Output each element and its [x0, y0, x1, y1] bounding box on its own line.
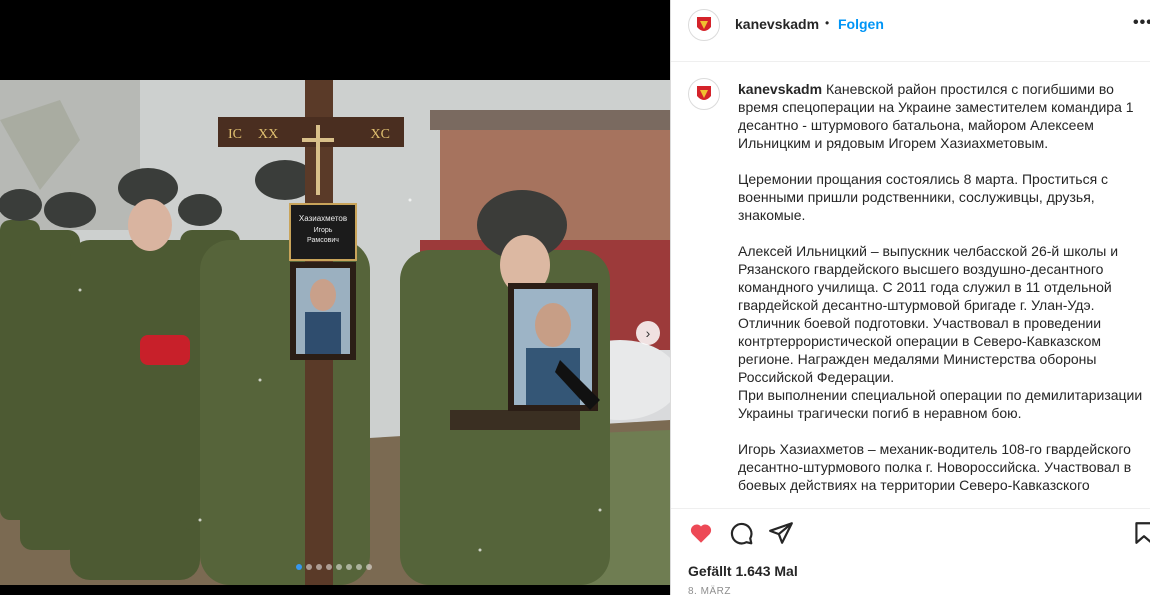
- action-bar: [671, 512, 1150, 556]
- follow-button[interactable]: Folgen: [838, 16, 884, 32]
- cross-text-left: IC: [228, 127, 242, 142]
- coat-of-arms-icon: [691, 12, 717, 38]
- carousel-dot[interactable]: [336, 564, 342, 570]
- caption-divider: [671, 508, 1150, 509]
- bookmark-icon[interactable]: [1131, 520, 1150, 546]
- carousel-dot[interactable]: [366, 564, 372, 570]
- coat-of-arms-icon: [691, 81, 717, 107]
- carousel-dot[interactable]: [316, 564, 322, 570]
- username[interactable]: kanevskadm: [735, 16, 819, 32]
- carousel-dots: [296, 564, 372, 570]
- chevron-right-icon[interactable]: ›: [636, 321, 660, 345]
- plaque-first: Игорь: [314, 227, 333, 234]
- caption-text: kanevskadm Каневской район простился с п…: [738, 80, 1150, 494]
- share-icon[interactable]: [768, 520, 794, 546]
- plaque-patronymic: Рамсович: [307, 237, 339, 244]
- like-count[interactable]: Gefällt 1.643 Mal: [688, 563, 798, 579]
- more-options-icon[interactable]: •••: [1133, 14, 1150, 32]
- heart-icon[interactable]: [688, 520, 714, 546]
- post-panel: kanevskadm • Folgen ••• kanevskadm Канев…: [670, 0, 1150, 595]
- avatar[interactable]: [688, 78, 720, 110]
- avatar[interactable]: [688, 9, 720, 41]
- post-media: IC XX XC Хазиахметов Игорь Рамсович ›: [0, 0, 670, 595]
- cross-text-mid: XX: [258, 127, 278, 142]
- carousel-dot[interactable]: [346, 564, 352, 570]
- carousel-dot[interactable]: [306, 564, 312, 570]
- post-header: kanevskadm • Folgen •••: [671, 0, 1150, 50]
- separator-dot: •: [825, 16, 830, 30]
- caption-area: kanevskadm Каневской район простился с п…: [671, 62, 1150, 508]
- caption-body: Каневской район простился с погибшими во…: [738, 81, 1143, 493]
- carousel-dot[interactable]: [326, 564, 332, 570]
- cross-text-right: XC: [371, 127, 390, 142]
- post-date: 8. MÄRZ: [688, 586, 731, 595]
- plaque-name: Хазиахметов: [299, 214, 347, 223]
- caption-username[interactable]: kanevskadm: [738, 81, 822, 97]
- comment-icon[interactable]: [728, 520, 754, 546]
- post-photo: IC XX XC Хазиахметов Игорь Рамсович: [0, 80, 670, 585]
- carousel-dot[interactable]: [296, 564, 302, 570]
- carousel-dot[interactable]: [356, 564, 362, 570]
- funeral-procession-image: IC XX XC Хазиахметов Игорь Рамсович: [0, 80, 670, 585]
